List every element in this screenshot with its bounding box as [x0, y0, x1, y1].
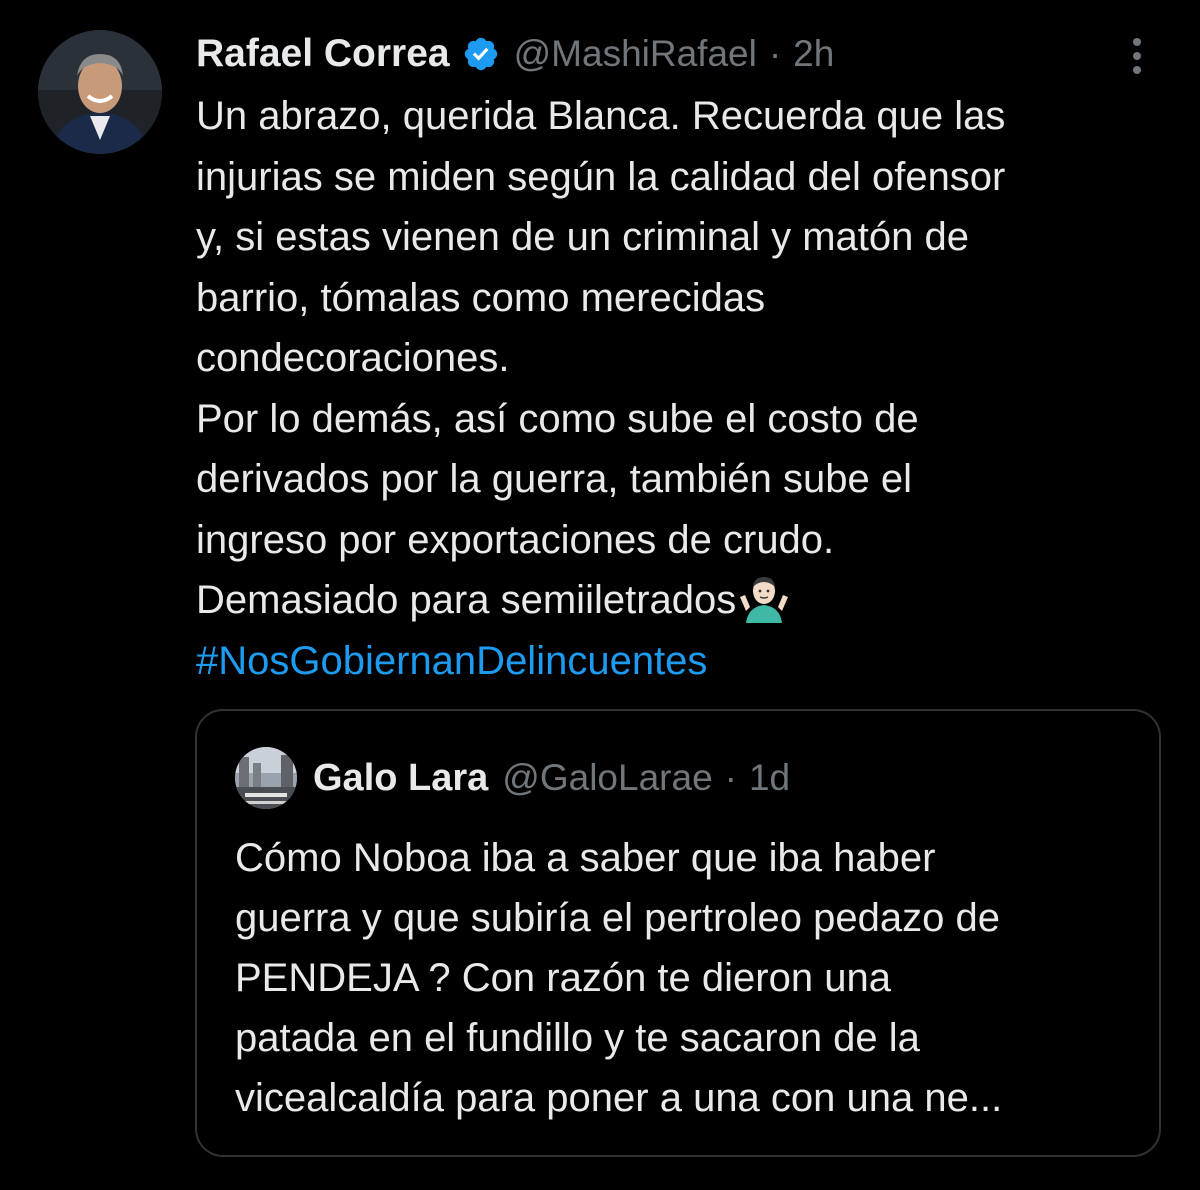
separator-dot: ·	[724, 757, 737, 798]
quoted-text-line: vicealcaldía para poner a una con una ne…	[235, 1076, 1003, 1120]
tweet-text-line: injurias se miden según la calidad del o…	[196, 154, 1006, 199]
tweet-text: Demasiado para semiiletrados	[196, 578, 737, 622]
tweet-page: Rafael Correa @MashiRafael · 2h Un abraz…	[0, 0, 1200, 1190]
tweet-text-line: condecoraciones.	[196, 336, 510, 380]
tweet-text-line: y, si estas vienen de un criminal y mató…	[196, 215, 969, 259]
hashtag-link[interactable]: #NosGobiernanDelincuentes	[196, 631, 1176, 692]
tweet-header: Rafael Correa @MashiRafael · 2h	[196, 26, 834, 82]
quoted-author-name[interactable]: Galo Lara	[313, 757, 488, 800]
person-shrugging-emoji-icon	[740, 577, 789, 623]
quoted-tweet-header: Galo Lara @GaloLarae · 1d	[313, 751, 790, 805]
verified-badge-icon	[464, 37, 497, 71]
tweet-text-line: barrio, tómalas como merecidas	[196, 275, 766, 320]
tweet-body: Un abrazo, querida Blanca. Recuerda que …	[196, 86, 1176, 691]
tweet-text-line: Por lo demás, así como sube el costo de	[196, 396, 919, 441]
quoted-tweet-timestamp[interactable]: 1d	[749, 757, 790, 799]
author-name[interactable]: Rafael Correa	[196, 32, 450, 76]
quoted-author-handle[interactable]: @GaloLarae	[502, 757, 712, 799]
quoted-text-line: patada en el fundillo y te sacaron de la	[235, 1016, 920, 1060]
quoted-tweet-body: Cómo Noboa iba a saber que iba haber gue…	[235, 828, 1155, 1128]
quoted-author-avatar[interactable]	[235, 747, 297, 809]
author-handle[interactable]: @MashiRafael	[514, 33, 757, 75]
quoted-avatar-photo	[235, 747, 297, 809]
tweet-text-line-with-emoji: Demasiado para semiiletrados	[196, 570, 1176, 631]
quoted-text-line: guerra y que subiría el pertroleo pedazo…	[235, 896, 1000, 940]
tweet-text-line: ingreso por exportaciones de crudo.	[196, 517, 835, 562]
quoted-tweet-card[interactable]: Galo Lara @GaloLarae · 1d Cómo Noboa iba…	[195, 709, 1161, 1157]
quoted-text-line: Cómo Noboa iba a saber que iba haber	[235, 836, 936, 880]
quoted-text-line: PENDEJA ? Con razón te dieron una	[235, 956, 891, 1000]
tweet-timestamp[interactable]: 2h	[793, 33, 834, 75]
separator-dot: ·	[768, 33, 782, 74]
tweet-text-line: Un abrazo, querida Blanca. Recuerda que …	[196, 94, 1006, 138]
tweet-text-line: derivados por la guerra, también sube el	[196, 457, 912, 501]
author-avatar[interactable]	[38, 30, 162, 154]
avatar-photo	[38, 30, 162, 154]
more-options-icon[interactable]	[1120, 36, 1154, 76]
